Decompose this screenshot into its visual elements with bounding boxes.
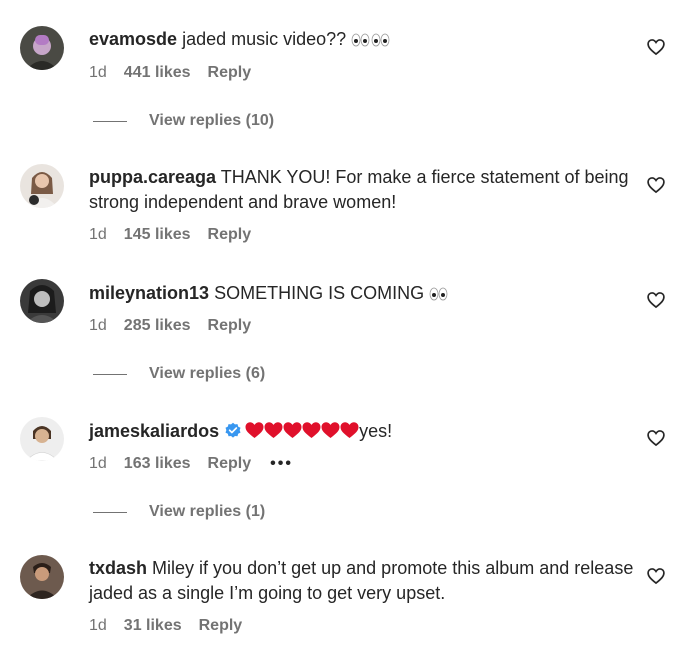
timestamp: 1d <box>89 455 107 472</box>
comment-body: yes! <box>359 421 393 441</box>
heart-icon[interactable] <box>646 566 666 586</box>
comment-text: txdash Miley if you don’t get up and pro… <box>89 556 634 606</box>
avatar[interactable] <box>20 555 64 599</box>
reply-button[interactable]: Reply <box>208 317 252 335</box>
view-replies-label: View replies (6) <box>149 365 266 382</box>
eyes-emoji-icon <box>429 287 448 301</box>
avatar[interactable] <box>20 26 64 70</box>
reply-button[interactable]: Reply <box>199 617 243 635</box>
comment-text: jameskaliardos yes! <box>89 419 634 444</box>
likes-count[interactable]: 145 likes <box>124 226 191 244</box>
comment-text: puppa.careaga THANK YOU! For make a fier… <box>89 165 634 215</box>
reply-button[interactable]: Reply <box>208 226 252 244</box>
comment-text: evamosde jaded music video?? <box>89 27 634 52</box>
timestamp: 1d <box>89 64 107 81</box>
divider-line <box>93 373 127 375</box>
view-replies-button[interactable]: View replies (6) <box>93 363 265 385</box>
comment-body: Miley if you don’t get up and promote th… <box>89 558 634 603</box>
view-replies-button[interactable]: View replies (1) <box>93 501 265 523</box>
likes-count[interactable]: 163 likes <box>124 455 191 473</box>
red-heart-emoji-icon <box>245 422 359 438</box>
comment-meta: 1d 145 likes Reply <box>89 224 268 246</box>
heart-icon[interactable] <box>646 37 666 57</box>
likes-count[interactable]: 31 likes <box>124 617 182 635</box>
verified-badge-icon <box>225 422 241 438</box>
likes-count[interactable]: 441 likes <box>124 64 191 82</box>
reply-button[interactable]: Reply <box>208 455 252 473</box>
timestamp: 1d <box>89 317 107 334</box>
username-link[interactable]: mileynation13 <box>89 283 209 303</box>
comment-body: SOMETHING IS COMING <box>214 283 425 303</box>
comment-meta: 1d 163 likes Reply ••• <box>89 453 310 475</box>
divider-line <box>93 511 127 513</box>
comment-text: mileynation13 SOMETHING IS COMING <box>89 281 634 306</box>
divider-line <box>93 120 127 122</box>
timestamp: 1d <box>89 617 107 634</box>
reply-button[interactable]: Reply <box>208 64 252 82</box>
heart-icon[interactable] <box>646 175 666 195</box>
comment-meta: 1d 441 likes Reply <box>89 62 268 84</box>
avatar[interactable] <box>20 279 64 323</box>
view-replies-button[interactable]: View replies (10) <box>93 110 274 132</box>
likes-count[interactable]: 285 likes <box>124 317 191 335</box>
comment-body: jaded music video?? <box>182 29 347 49</box>
avatar[interactable] <box>20 164 64 208</box>
username-link[interactable]: jameskaliardos <box>89 421 219 441</box>
view-replies-label: View replies (10) <box>149 112 275 129</box>
username-link[interactable]: puppa.careaga <box>89 167 216 187</box>
more-options-icon[interactable]: ••• <box>270 455 293 473</box>
username-link[interactable]: evamosde <box>89 29 177 49</box>
heart-icon[interactable] <box>646 290 666 310</box>
avatar[interactable] <box>20 417 64 461</box>
eyes-emoji-icon <box>351 33 390 47</box>
view-replies-label: View replies (1) <box>149 503 266 520</box>
comment-meta: 1d 31 likes Reply <box>89 615 259 637</box>
heart-icon[interactable] <box>646 428 666 448</box>
username-link[interactable]: txdash <box>89 558 147 578</box>
comment-meta: 1d 285 likes Reply <box>89 315 268 337</box>
timestamp: 1d <box>89 226 107 243</box>
